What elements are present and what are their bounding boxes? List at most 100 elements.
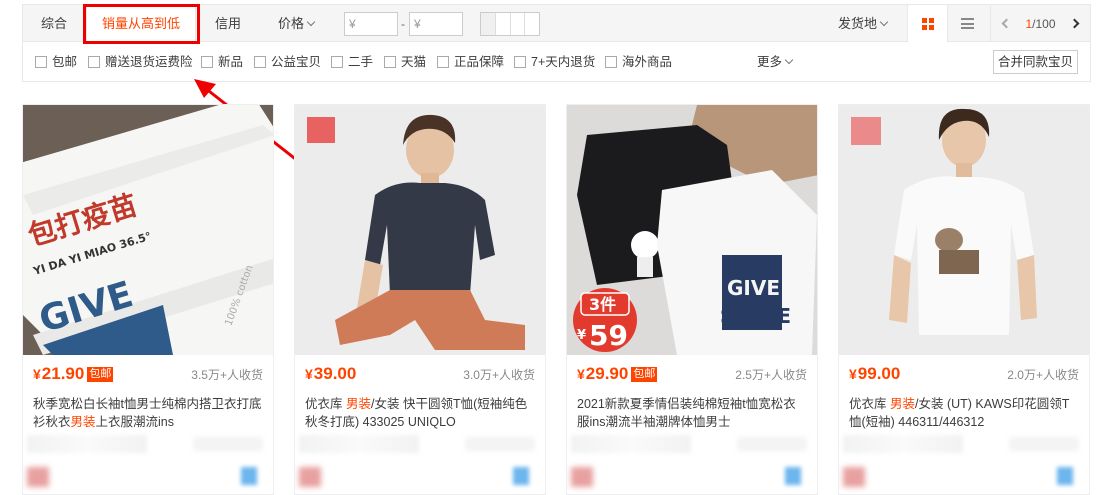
option-return-insurance[interactable]: 赠送退货运费险 xyxy=(88,42,193,82)
sales-count: 2.5万+人收货 xyxy=(735,367,807,382)
price-range-slider[interactable] xyxy=(480,12,540,36)
next-page-icon[interactable] xyxy=(1069,18,1080,29)
list-view-button[interactable] xyxy=(947,5,987,42)
product-card[interactable]: GIVE SPACE 3件 ¥ 59 ¥ 29.90 包邮 2.5万+人收货 2… xyxy=(566,104,818,495)
shop-name-blurred[interactable] xyxy=(571,435,691,453)
price-row: ¥ 21.90 包邮 3.5万+人收货 xyxy=(33,363,263,385)
option-genuine[interactable]: 正品保障 xyxy=(437,42,504,82)
option-free-shipping[interactable]: 包邮 xyxy=(35,42,77,82)
product-photo xyxy=(295,105,545,355)
chat-icon[interactable] xyxy=(241,467,257,485)
product-photo: 包打疫苗 YI DA YI MIAO 36.5° GIVE 100% cotto… xyxy=(23,105,273,355)
p3-give-text: GIVE xyxy=(727,276,780,300)
product-photo: GIVE SPACE 3件 ¥ 59 xyxy=(567,105,817,355)
price-row: ¥ 29.90 包邮 2.5万+人收货 xyxy=(577,363,807,385)
chat-icon[interactable] xyxy=(513,467,529,485)
option-tmall[interactable]: 天猫 xyxy=(384,42,426,82)
product-image[interactable] xyxy=(295,105,545,355)
checkbox[interactable] xyxy=(254,56,266,68)
pager: 1/100 xyxy=(990,5,1090,42)
option-label: 7+天内退货 xyxy=(531,55,596,69)
checkbox[interactable] xyxy=(605,56,617,68)
more-label: 更多 xyxy=(757,55,783,69)
option-label: 天猫 xyxy=(401,55,427,69)
option-charity[interactable]: 公益宝贝 xyxy=(254,42,321,82)
location-blurred xyxy=(465,437,535,451)
option-label: 新品 xyxy=(218,55,244,69)
shop-icon xyxy=(571,467,593,487)
checkbox[interactable] xyxy=(514,56,526,68)
sort-by-price[interactable]: 价格 xyxy=(278,5,316,42)
sort-by-credit[interactable]: 信用 xyxy=(215,5,241,42)
currency-symbol: ¥ xyxy=(577,366,585,382)
price-row: ¥ 39.00 3.0万+人收货 xyxy=(305,363,535,385)
shop-icon xyxy=(299,467,321,487)
price: 39.00 xyxy=(313,364,357,383)
annotation-highlight-box xyxy=(83,4,200,44)
p3-space-text: SPACE xyxy=(720,304,791,328)
option-overseas[interactable]: 海外商品 xyxy=(605,42,672,82)
list-icon xyxy=(961,18,974,29)
grid-icon xyxy=(921,17,934,30)
product-title[interactable]: 优衣库 男装/女装 (UT) KAWS印花圆领T恤(短袖) 446311/446… xyxy=(849,395,1079,431)
checkbox[interactable] xyxy=(201,56,213,68)
product-title[interactable]: 2021新款夏季情侣装纯棉短袖t恤宽松衣服ins潮流半袖潮牌体恤男士 xyxy=(577,395,807,431)
chevron-down-icon xyxy=(306,17,316,27)
checkbox[interactable] xyxy=(331,56,343,68)
pager-total: /100 xyxy=(1032,16,1056,31)
shop-icon xyxy=(27,467,49,487)
location-blurred xyxy=(737,437,807,451)
p3-promo-yen: ¥ xyxy=(577,328,586,343)
price-row: ¥ 99.00 2.0万+人收货 xyxy=(849,363,1079,385)
price: 29.90 xyxy=(585,364,629,383)
checkbox[interactable] xyxy=(35,56,47,68)
sales-count: 3.0万+人收货 xyxy=(463,367,535,382)
sort-price-label: 价格 xyxy=(278,16,305,31)
product-title[interactable]: 优衣库 男装/女装 快干圆领T恤(短袖纯色秋冬打底) 433025 UNIQLO xyxy=(305,395,535,431)
option-7day-return[interactable]: 7+天内退货 xyxy=(514,42,595,82)
product-title[interactable]: 秋季宽松白长袖t恤男士纯棉内搭卫衣打底衫秋衣男装上衣服潮流ins xyxy=(33,395,263,431)
sort-default[interactable]: 综合 xyxy=(41,5,67,42)
merge-same-button[interactable]: 合并同款宝贝 xyxy=(992,50,1078,74)
shop-name-blurred[interactable] xyxy=(843,435,963,453)
sales-count: 2.0万+人收货 xyxy=(1007,367,1079,382)
chevron-down-icon xyxy=(784,55,794,65)
ship-from-dropdown[interactable]: 发货地 xyxy=(838,5,889,42)
option-new[interactable]: 新品 xyxy=(201,42,243,82)
checkbox[interactable] xyxy=(384,56,396,68)
shop-name-blurred[interactable] xyxy=(27,435,147,453)
currency-symbol: ¥ xyxy=(305,366,313,382)
product-card[interactable]: ¥ 39.00 3.0万+人收货 优衣库 男装/女装 快干圆领T恤(短袖纯色秋冬… xyxy=(294,104,546,495)
price-max-input[interactable]: ¥ xyxy=(409,12,463,36)
location-blurred xyxy=(193,437,263,451)
shop-name-blurred[interactable] xyxy=(299,435,419,453)
option-label: 正品保障 xyxy=(454,55,505,69)
checkbox[interactable] xyxy=(437,56,449,68)
location-blurred xyxy=(1009,437,1079,451)
sales-count: 3.5万+人收货 xyxy=(191,367,263,382)
more-options[interactable]: 更多 xyxy=(757,42,794,82)
option-label: 二手 xyxy=(348,55,374,69)
product-card[interactable]: 包打疫苗 YI DA YI MIAO 36.5° GIVE 100% cotto… xyxy=(22,104,274,495)
product-image[interactable]: GIVE SPACE 3件 ¥ 59 xyxy=(567,105,817,355)
free-shipping-badge: 包邮 xyxy=(631,366,658,382)
prev-page-icon[interactable] xyxy=(1001,18,1012,29)
chat-icon[interactable] xyxy=(785,467,801,485)
product-card[interactable]: ¥ 99.00 2.0万+人收货 优衣库 男装/女装 (UT) KAWS印花圆领… xyxy=(838,104,1090,495)
grid-view-button[interactable] xyxy=(907,5,947,42)
price-min-input[interactable]: ¥ xyxy=(344,12,398,36)
product-image[interactable] xyxy=(839,105,1089,355)
product-photo xyxy=(839,105,1089,355)
product-image[interactable]: 包打疫苗 YI DA YI MIAO 36.5° GIVE 100% cotto… xyxy=(23,105,273,355)
price-range-dash: - xyxy=(401,17,405,31)
filter-options-row: 包邮 赠送退货运费险 新品 公益宝贝 二手 天猫 正品保障 7+天内退货 海外商… xyxy=(23,42,1090,82)
chat-icon[interactable] xyxy=(1057,467,1073,485)
chevron-down-icon xyxy=(879,17,889,27)
checkbox[interactable] xyxy=(88,56,100,68)
option-label: 公益宝贝 xyxy=(271,55,322,69)
option-label: 赠送退货运费险 xyxy=(105,55,193,69)
shop-icon xyxy=(843,467,865,487)
free-shipping-badge: 包邮 xyxy=(87,366,114,382)
p3-promo-top: 3件 xyxy=(589,295,616,314)
option-second-hand[interactable]: 二手 xyxy=(331,42,373,82)
